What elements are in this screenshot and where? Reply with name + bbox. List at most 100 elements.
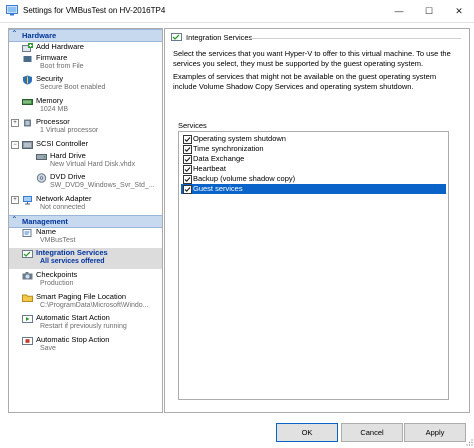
service-item-time-sync[interactable]: Time synchronization [181,144,446,154]
sidebar-item-label: Checkpoints [36,270,78,279]
sidebar-item-label: Firmware [36,53,68,62]
maximize-button[interactable]: ☐ [414,0,444,22]
sidebar-item-label: Memory [36,96,64,105]
firmware-chip-icon [22,54,33,64]
sidebar-item-label: Integration Services [36,248,108,257]
service-label: Data Exchange [193,154,245,163]
sidebar-item-smart-paging[interactable]: Smart Paging File Location C:\ProgramDat… [9,292,162,313]
services-label: Services [178,121,207,130]
group-header: Integration Services [171,32,463,43]
dvd-disc-icon [36,173,47,183]
sidebar-item-integration-services[interactable]: Integration Services All services offere… [9,248,162,269]
sidebar-item-auto-start[interactable]: Automatic Start Action Restart if previo… [9,313,162,334]
sidebar-item-detail: Save [40,345,56,352]
service-item-heartbeat[interactable]: Heartbeat [181,164,446,174]
management-section-label: Management [22,217,68,226]
network-adapter-icon [22,195,33,205]
sidebar-item-label: Processor [36,117,70,126]
service-label: Guest services [193,184,243,193]
service-checkbox[interactable] [183,175,192,184]
services-list[interactable]: Operating system shutdown Time synchroni… [178,131,449,400]
title-bar: Settings for VMBusTest on HV-2016TP4 — ☐… [0,0,474,23]
sidebar-item-detail: Production [40,280,74,287]
service-label: Time synchronization [193,144,264,153]
shield-icon [22,75,33,85]
integration-services-icon [22,249,33,259]
sidebar-item-detail: Secure Boot enabled [40,84,106,91]
name-tag-icon [22,228,33,238]
sidebar-item-label: Security [36,74,64,83]
sidebar-item-detail: New Virtual Hard Disk.vhdx [50,161,136,168]
cancel-button[interactable]: Cancel [341,423,403,442]
hard-drive-icon [36,152,47,162]
service-label: Operating system shutdown [193,134,286,143]
sidebar-item-detail: C:\ProgramData\Microsoft\Windo... [40,302,149,309]
service-checkbox[interactable] [183,135,192,144]
sidebar-item-add-hardware[interactable]: Add Hardware [9,42,162,53]
add-hardware-icon [22,43,33,53]
sidebar-item-detail: Boot from File [40,63,84,70]
sidebar-item-hard-drive[interactable]: Hard Drive New Virtual Hard Disk.vhdx [9,151,162,172]
service-checkbox[interactable] [183,155,192,164]
integration-services-panel: Integration Services Select the services… [164,28,470,413]
ok-button[interactable]: OK [276,423,338,442]
group-divider [251,38,461,39]
service-item-guest-services[interactable]: Guest services [181,184,446,194]
description-paragraph: Select the services that you want Hyper-… [173,49,451,68]
sidebar-item-label: DVD Drive [50,172,86,181]
sidebar-item-detail: VMBusTest [40,237,76,244]
sidebar-item-processor[interactable]: + Processor 1 Virtual processor [9,117,162,138]
sidebar-item-name[interactable]: Name VMBusTest [9,227,162,248]
window-title: Settings for VMBusTest on HV-2016TP4 [23,6,166,15]
sidebar-item-detail: 1024 MB [40,106,69,113]
processor-icon [22,118,33,128]
checkpoint-camera-icon [22,271,33,281]
service-item-os-shutdown[interactable]: Operating system shutdown [181,134,446,144]
sidebar-item-dvd-drive[interactable]: DVD Drive SW_DVD9_Windows_Svr_Std_... [9,172,162,193]
collapse-chevron-icon: ⌃ [11,215,18,224]
sidebar-item-security[interactable]: Security Secure Boot enabled [9,74,162,95]
folder-icon [22,293,33,303]
sidebar-item-label: Automatic Stop Action [36,335,110,344]
service-label: Heartbeat [193,164,226,173]
examples-paragraph: Examples of services that might not be a… [173,72,437,91]
start-action-icon [22,314,33,324]
sidebar-item-checkpoints[interactable]: Checkpoints Production [9,270,162,291]
sidebar-item-memory[interactable]: Memory 1024 MB [9,96,162,117]
sidebar-item-detail: 1 Virtual processor [40,127,99,134]
sidebar-item-firmware[interactable]: Firmware Boot from File [9,53,162,74]
sidebar-item-detail: Restart if previously running [40,323,127,330]
minimize-button[interactable]: — [384,0,414,22]
resize-grip-icon[interactable] [465,438,473,446]
sidebar-item-label: Name [36,227,57,236]
service-checkbox[interactable] [183,185,192,194]
sidebar-item-auto-stop[interactable]: Automatic Stop Action Save [9,335,162,356]
expand-toggle[interactable]: + [11,196,19,204]
expand-toggle[interactable]: + [11,119,19,127]
sidebar-item-label: Network Adapter [36,194,92,203]
close-button[interactable]: ✕ [444,0,474,22]
sidebar-item-label: Automatic Start Action [36,313,110,322]
collapse-toggle[interactable]: − [11,141,19,149]
settings-nav-pane: ⌃ Hardware Add Hardware Firmware Boot fr… [8,28,163,413]
sidebar-item-label: Smart Paging File Location [36,292,127,301]
sidebar-item-scsi-controller[interactable]: − SCSI Controller [9,139,162,150]
hardware-section-header[interactable]: ⌃ Hardware [9,29,162,42]
group-title: Integration Services [186,33,253,42]
service-item-backup[interactable]: Backup (volume shadow copy) [181,174,446,184]
sidebar-item-detail: All services offered [40,258,105,265]
sidebar-item-label: Hard Drive [50,151,86,160]
settings-window-icon [6,5,18,16]
service-checkbox[interactable] [183,145,192,154]
sidebar-item-detail: Not connected [40,204,86,211]
collapse-chevron-icon: ⌃ [11,29,18,38]
apply-button[interactable]: Apply [404,423,466,442]
service-item-data-exchange[interactable]: Data Exchange [181,154,446,164]
sidebar-item-network-adapter[interactable]: + Network Adapter Not connected [9,194,162,215]
integration-services-icon [171,32,182,42]
service-label: Backup (volume shadow copy) [193,174,296,183]
stop-action-icon [22,336,33,346]
service-checkbox[interactable] [183,165,192,174]
sidebar-item-label: Add Hardware [36,42,84,51]
hardware-section-label: Hardware [22,31,57,40]
